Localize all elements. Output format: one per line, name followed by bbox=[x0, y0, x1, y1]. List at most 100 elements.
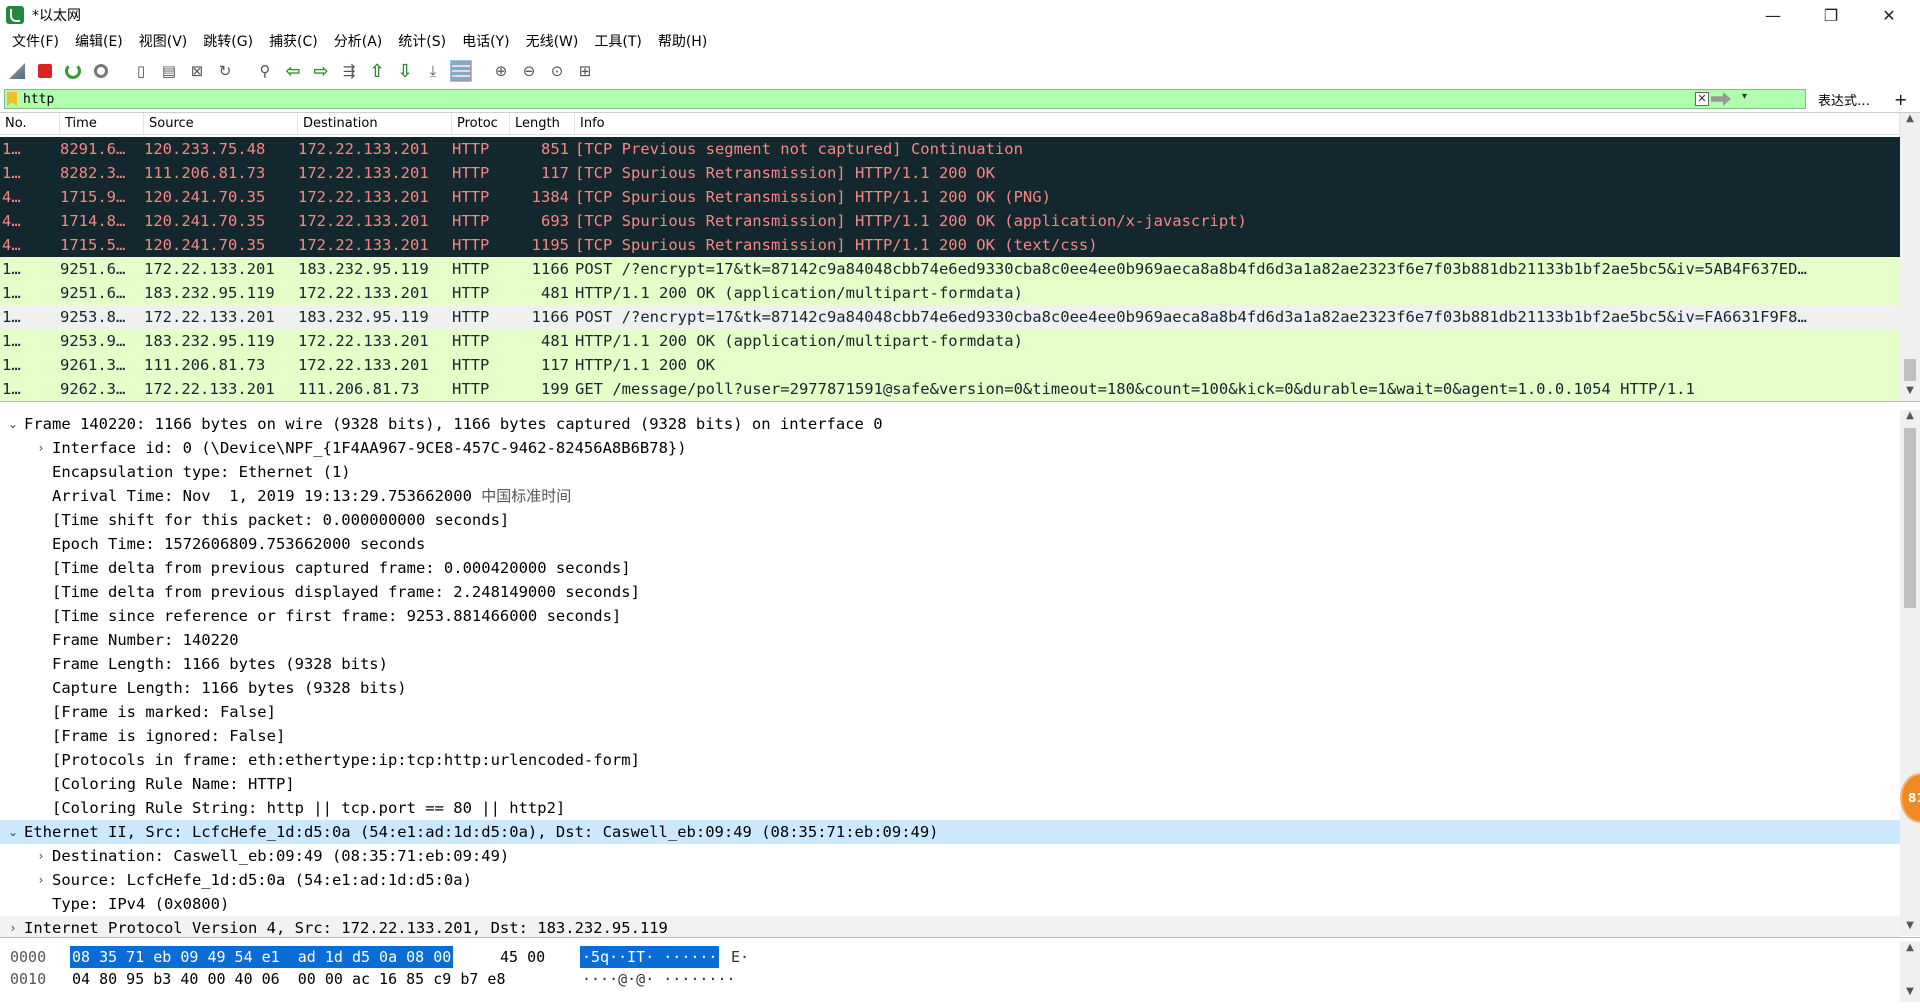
chevron-right-icon[interactable]: › bbox=[6, 916, 20, 937]
autoscroll-button[interactable]: ⤓ bbox=[422, 60, 444, 82]
hex-bytes[interactable]: 45 00 bbox=[500, 946, 545, 968]
menu-view[interactable]: 视图(V) bbox=[131, 30, 196, 54]
column-no[interactable]: No. bbox=[0, 113, 60, 134]
minimize-button[interactable]: — bbox=[1744, 0, 1802, 30]
detail-row[interactable]: [Time delta from previous displayed fram… bbox=[0, 580, 1900, 604]
zoom-out-button[interactable]: ⊖ bbox=[518, 60, 540, 82]
detail-row[interactable]: [Frame is marked: False] bbox=[0, 700, 1900, 724]
byte-offset[interactable]: 0000 bbox=[10, 946, 46, 968]
go-back-button[interactable]: ⇦ bbox=[282, 60, 304, 82]
menu-capture[interactable]: 捕获(C) bbox=[261, 30, 326, 54]
scroll-down-icon[interactable]: ▼ bbox=[1900, 986, 1920, 1002]
packet-row[interactable]: 4… 1714.8… 120.241.70.35 172.22.133.201 HTTP… bbox=[0, 209, 1900, 233]
save-file-button[interactable]: ▤ bbox=[158, 60, 180, 82]
detail-row[interactable]: [Time delta from previous captured frame… bbox=[0, 556, 1900, 580]
chevron-right-icon[interactable]: › bbox=[34, 436, 48, 460]
detail-row[interactable]: [Time since reference or first frame: 92… bbox=[0, 604, 1900, 628]
close-button[interactable]: ✕ bbox=[1860, 0, 1918, 30]
column-info[interactable]: Info bbox=[575, 113, 1900, 134]
detail-row[interactable]: Arrival Time: Nov 1, 2019 19:13:29.75366… bbox=[0, 484, 1900, 508]
add-filter-button[interactable]: + bbox=[1894, 90, 1907, 109]
detail-row[interactable]: › Destination: Caswell_eb:09:49 (08:35:71… bbox=[0, 844, 1900, 868]
detail-row[interactable]: Frame Length: 1166 bytes (9328 bits) bbox=[0, 652, 1900, 676]
packet-row[interactable]: 1… 9253.8… 172.22.133.201 183.232.95.119 HTT… bbox=[0, 305, 1900, 329]
packet-bytes-pane[interactable]: 0000 08 35 71 eb 09 49 54 e1 ad 1d d5 0a … bbox=[0, 942, 1920, 1004]
scroll-down-icon[interactable]: ▼ bbox=[1900, 385, 1920, 401]
chevron-right-icon[interactable]: › bbox=[34, 844, 48, 868]
packet-list-pane[interactable]: No. Time Source Destination Protoc Lengt… bbox=[0, 112, 1920, 402]
resize-columns-button[interactable]: ⊞ bbox=[574, 60, 596, 82]
go-to-packet-button[interactable]: ⇶ bbox=[338, 60, 360, 82]
ascii-bytes[interactable]: ····@·@· ········ bbox=[582, 968, 736, 990]
menu-go[interactable]: 跳转(G) bbox=[195, 30, 261, 54]
detail-row[interactable]: Encapsulation type: Ethernet (1) bbox=[0, 460, 1900, 484]
restart-capture-button[interactable] bbox=[62, 60, 84, 82]
scrollbar-thumb[interactable] bbox=[1904, 359, 1916, 381]
packet-row[interactable]: 1… 8291.6… 120.233.75.48 172.22.133.201 HTTP… bbox=[0, 137, 1900, 161]
capture-options-button[interactable] bbox=[90, 60, 112, 82]
column-time[interactable]: Time bbox=[60, 113, 144, 134]
detail-row[interactable]: › Interface id: 0 (\Device\NPF_{1F4AA967-… bbox=[0, 436, 1900, 460]
menu-help[interactable]: 帮助(H) bbox=[650, 30, 715, 54]
detail-row[interactable]: [Coloring Rule Name: HTTP] bbox=[0, 772, 1900, 796]
open-file-button[interactable]: ▯ bbox=[130, 60, 152, 82]
column-protocol[interactable]: Protoc bbox=[452, 113, 510, 134]
ascii-bytes[interactable]: E· bbox=[731, 946, 749, 968]
bookmark-icon[interactable] bbox=[7, 92, 17, 106]
packet-details-pane[interactable]: ⌄ Frame 140220: 1166 bytes on wire (9328 … bbox=[0, 410, 1920, 938]
scrollbar-thumb[interactable] bbox=[1904, 428, 1916, 608]
detail-row[interactable]: ⌄ Ethernet II, Src: LcfcHefe_1d:d5:0a (54… bbox=[0, 820, 1900, 844]
close-file-button[interactable]: ⊠ bbox=[186, 60, 208, 82]
packet-row[interactable]: 1… 9253.9… 183.232.95.119 172.22.133.201 HTT… bbox=[0, 329, 1900, 353]
clear-filter-button[interactable]: ✕ bbox=[1695, 92, 1709, 106]
column-destination[interactable]: Destination bbox=[298, 113, 452, 134]
start-capture-button[interactable] bbox=[6, 60, 28, 82]
menu-analyze[interactable]: 分析(A) bbox=[326, 30, 391, 54]
detail-row[interactable]: [Time shift for this packet: 0.000000000… bbox=[0, 508, 1900, 532]
detail-row[interactable]: › Source: LcfcHefe_1d:d5:0a (54:e1:ad:1d:… bbox=[0, 868, 1900, 892]
menu-edit[interactable]: 编辑(E) bbox=[67, 30, 131, 54]
byte-offset[interactable]: 0010 bbox=[10, 968, 46, 990]
chevron-right-icon[interactable]: › bbox=[34, 868, 48, 892]
detail-row[interactable]: [Coloring Rule String: http || tcp.port … bbox=[0, 796, 1900, 820]
bytes-scrollbar[interactable]: ▲ ▼ bbox=[1900, 942, 1920, 1002]
scroll-up-icon[interactable]: ▲ bbox=[1900, 942, 1920, 958]
stop-capture-button[interactable] bbox=[34, 60, 56, 82]
column-length[interactable]: Length bbox=[510, 113, 575, 134]
detail-row[interactable]: [Protocols in frame: eth:ethertype:ip:tc… bbox=[0, 748, 1900, 772]
find-packet-button[interactable]: ⚲ bbox=[254, 60, 276, 82]
menu-telephony[interactable]: 电话(Y) bbox=[454, 30, 517, 54]
menu-tools[interactable]: 工具(T) bbox=[586, 30, 649, 54]
first-packet-button[interactable]: ⇧ bbox=[366, 60, 388, 82]
ascii-bytes-selected[interactable]: ·5q··IT· ······ bbox=[580, 946, 720, 968]
menu-file[interactable]: 文件(F) bbox=[4, 30, 67, 54]
packet-row[interactable]: 1… 9251.6… 172.22.133.201 183.232.95.119 HTT… bbox=[0, 257, 1900, 281]
hex-bytes-selected[interactable]: 08 35 71 eb 09 49 54 e1 ad 1d d5 0a 08 0… bbox=[70, 946, 454, 968]
last-packet-button[interactable]: ⇩ bbox=[394, 60, 416, 82]
zoom-in-button[interactable]: ⊕ bbox=[490, 60, 512, 82]
detail-row[interactable]: Frame Number: 140220 bbox=[0, 628, 1900, 652]
packet-row[interactable]: 4… 1715.9… 120.241.70.35 172.22.133.201 HTTP… bbox=[0, 185, 1900, 209]
detail-row[interactable]: › Internet Protocol Version 4, Src: 172.2… bbox=[0, 916, 1900, 937]
packet-list-scrollbar[interactable]: ▲ ▼ bbox=[1900, 113, 1920, 401]
go-forward-button[interactable]: ⇨ bbox=[310, 60, 332, 82]
normal-size-button[interactable]: ⊙ bbox=[546, 60, 568, 82]
detail-row[interactable]: Type: IPv4 (0x0800) bbox=[0, 892, 1900, 916]
scroll-up-icon[interactable]: ▲ bbox=[1900, 113, 1920, 129]
expression-button[interactable]: 表达式… bbox=[1818, 90, 1870, 109]
display-filter-input[interactable] bbox=[23, 91, 1723, 107]
hex-bytes[interactable]: 04 80 95 b3 40 00 40 06 00 00 ac 16 85 c… bbox=[72, 968, 505, 990]
details-scrollbar[interactable]: ▲ ▼ bbox=[1900, 410, 1920, 936]
packet-row[interactable]: 1… 9251.6… 183.232.95.119 172.22.133.201 HTT… bbox=[0, 281, 1900, 305]
detail-row[interactable]: [Frame is ignored: False] bbox=[0, 724, 1900, 748]
filter-history-dropdown[interactable]: ▾ bbox=[1742, 91, 1747, 102]
packet-row[interactable]: 1… 9262.3… 172.22.133.201 111.206.81.73 HTTP… bbox=[0, 377, 1900, 401]
scroll-down-icon[interactable]: ▼ bbox=[1900, 920, 1920, 936]
reload-file-button[interactable]: ↻ bbox=[214, 60, 236, 82]
packet-row[interactable]: 1… 8282.3… 111.206.81.73 172.22.133.201 HTTP… bbox=[0, 161, 1900, 185]
scroll-up-icon[interactable]: ▲ bbox=[1900, 410, 1920, 426]
chevron-down-icon[interactable]: ⌄ bbox=[6, 412, 20, 436]
detail-row[interactable]: Capture Length: 1166 bytes (9328 bits) bbox=[0, 676, 1900, 700]
packet-row[interactable]: 1… 9261.3… 111.206.81.73 172.22.133.201 HTTP… bbox=[0, 353, 1900, 377]
menu-statistics[interactable]: 统计(S) bbox=[390, 30, 454, 54]
